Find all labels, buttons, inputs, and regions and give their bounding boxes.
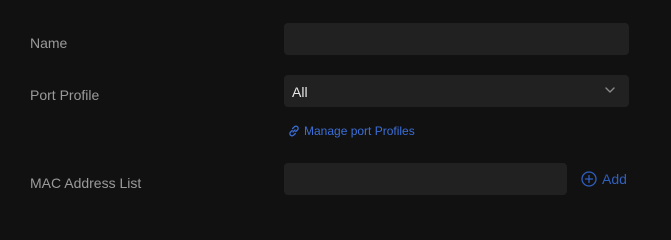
manage-port-profiles-link[interactable]: Manage port Profiles: [287, 124, 415, 138]
mac-address-input[interactable]: [284, 163, 567, 195]
form: Name Port Profile All Manage port Profil…: [0, 0, 671, 223]
link-icon: [289, 125, 299, 137]
port-profile-select[interactable]: All: [284, 75, 629, 107]
add-mac-address-button[interactable]: Add: [581, 171, 627, 187]
name-field[interactable]: [284, 23, 629, 55]
add-label: Add: [602, 171, 627, 187]
mac-address-field[interactable]: [284, 163, 567, 195]
port-profile-selected-value: All: [292, 84, 308, 100]
port-profile-label: Port Profile: [30, 87, 100, 103]
name-input[interactable]: [284, 23, 629, 55]
mac-address-list-label: MAC Address List: [30, 175, 142, 191]
manage-port-profiles-label: Manage port Profiles: [304, 124, 415, 138]
plus-circle-icon: [581, 171, 597, 187]
chevron-down-icon: [605, 87, 615, 93]
name-label: Name: [30, 35, 68, 51]
